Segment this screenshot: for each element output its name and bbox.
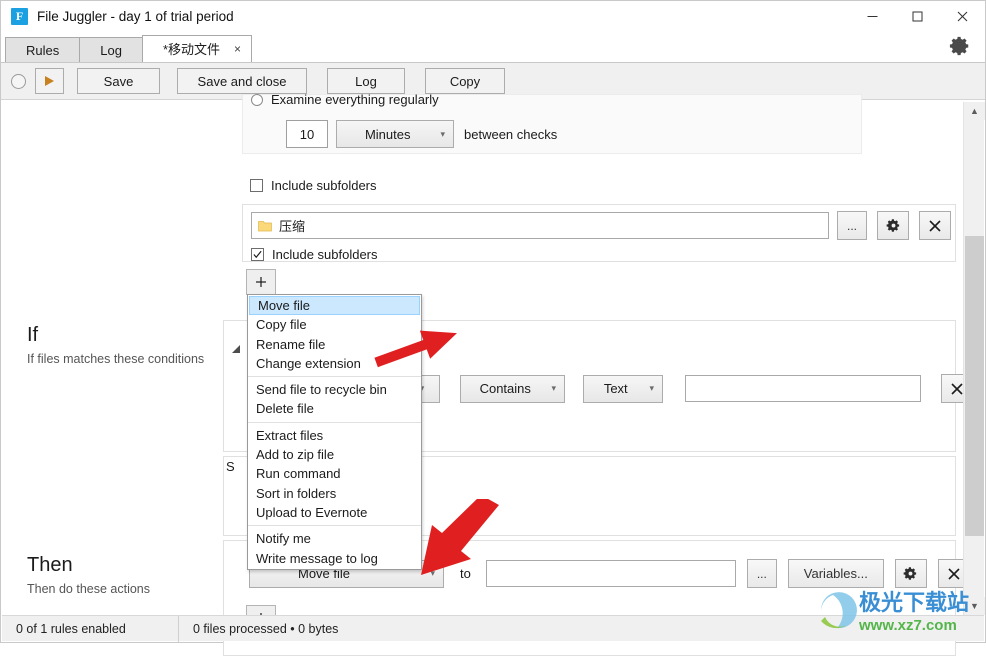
menu-separator <box>248 525 421 527</box>
status-bar: 0 of 1 rules enabled 0 files processed •… <box>2 615 984 642</box>
tab-move-file[interactable]: *移动文件 × <box>141 35 253 63</box>
radio-icon <box>251 93 263 106</box>
menu-item-send-file-to-recycle-bin[interactable]: Send file to recycle bin <box>248 380 421 399</box>
condition-row: ▾ Contains ▾ Text ▾ <box>404 374 973 403</box>
rule-editor-body: If If files matches these conditions The… <box>2 92 984 656</box>
folder-settings-button[interactable] <box>877 211 909 240</box>
log-button[interactable]: Log <box>327 68 405 94</box>
include-subfolders-row-2[interactable]: Include subfolders <box>251 247 378 262</box>
examine-regularly-option[interactable]: Examine everything regularly <box>251 92 439 107</box>
schedule-panel: Examine everything regularly 10 Minutes … <box>242 92 862 154</box>
condition-value-input[interactable] <box>685 375 921 402</box>
condition-type-value: Text <box>603 381 628 396</box>
save-button[interactable]: Save <box>77 68 160 94</box>
scroll-down-button[interactable]: ▼ <box>964 597 985 615</box>
watched-folder-panel: 压缩 ... Include subfolders <box>242 204 956 262</box>
application-window: F File Juggler - day 1 of trial period R… <box>0 0 986 656</box>
close-button[interactable] <box>940 1 985 32</box>
app-logo-icon: F <box>11 8 28 25</box>
include-subfolders-label-2: Include subfolders <box>272 247 378 262</box>
menu-item-add-to-zip-file[interactable]: Add to zip file <box>248 445 421 464</box>
add-folder-button[interactable] <box>246 269 276 295</box>
destination-path-input[interactable] <box>485 560 736 587</box>
scrollbar-thumb[interactable] <box>965 236 984 536</box>
examine-regularly-label: Examine everything regularly <box>271 92 439 107</box>
menu-separator <box>248 421 421 423</box>
include-subfolders-label-1: Include subfolders <box>271 178 377 193</box>
save-and-close-button[interactable]: Save and close <box>177 68 307 94</box>
section-labels-column: If If files matches these conditions The… <box>2 102 222 615</box>
menu-item-sort-in-folders[interactable]: Sort in folders <box>248 484 421 503</box>
menu-item-run-command[interactable]: Run command <box>248 464 421 483</box>
then-section-header: Then Then do these actions <box>27 554 150 596</box>
if-section-header: If If files matches these conditions <box>27 324 204 366</box>
tab-rules-label: Rules <box>26 43 60 58</box>
rule-enabled-indicator[interactable] <box>11 73 26 89</box>
menu-item-notify-me[interactable]: Notify me <box>248 529 421 548</box>
menu-item-delete-file[interactable]: Delete file <box>248 399 421 418</box>
minimize-button[interactable] <box>850 1 895 32</box>
remove-folder-button[interactable] <box>919 211 951 240</box>
tab-log-label: Log <box>100 43 122 58</box>
tab-log[interactable]: Log <box>79 37 143 62</box>
run-rule-button[interactable] <box>35 68 64 94</box>
checkbox-icon-checked <box>251 248 264 261</box>
window-title: File Juggler - day 1 of trial period <box>37 9 234 24</box>
then-subtitle: Then do these actions <box>27 582 150 596</box>
chevron-down-icon: ▾ <box>551 383 556 393</box>
action-type-dropdown-menu[interactable]: Move file Copy file Rename file Change exte… <box>247 294 422 570</box>
condition-type-dropdown[interactable]: Text ▾ <box>583 374 663 403</box>
folder-name: 压缩 <box>279 219 306 234</box>
variables-button[interactable]: Variables... <box>787 559 884 588</box>
checkbox-icon-unchecked <box>250 179 263 192</box>
to-label: to <box>460 566 471 581</box>
secondary-panel-label: S <box>226 459 235 474</box>
title-bar: F File Juggler - day 1 of trial period <box>1 1 985 32</box>
vertical-scrollbar[interactable]: ▲ ▼ <box>963 102 985 615</box>
settings-gear-icon[interactable] <box>949 35 971 57</box>
status-files-processed: 0 files processed • 0 bytes <box>193 621 339 636</box>
menu-item-rename-file[interactable]: Rename file <box>248 335 421 354</box>
folder-icon <box>258 220 272 232</box>
action-settings-button[interactable] <box>894 559 927 588</box>
window-controls <box>850 1 985 32</box>
menu-item-move-file[interactable]: Move file <box>249 296 420 316</box>
copy-button[interactable]: Copy <box>425 68 505 94</box>
chevron-down-icon: ▾ <box>440 128 445 139</box>
chevron-down-icon: ▾ <box>430 568 435 578</box>
menu-item-upload-to-evernote[interactable]: Upload to Evernote <box>248 503 421 522</box>
browse-folder-button[interactable]: ... <box>837 211 867 240</box>
menu-separator <box>248 376 421 378</box>
play-icon <box>45 76 54 86</box>
tab-bar: Rules Log *移动文件 × <box>1 32 985 62</box>
interval-unit-value: Minutes <box>364 126 411 142</box>
then-heading: Then <box>27 554 73 576</box>
interval-value-input[interactable]: 10 <box>286 120 328 148</box>
scroll-up-button[interactable]: ▲ <box>964 102 985 120</box>
tab-move-file-label: *移动文件 <box>162 41 221 57</box>
chevron-down-icon: ▾ <box>649 383 654 393</box>
tab-close-icon[interactable]: × <box>234 36 241 63</box>
menu-item-write-message-to-log[interactable]: Write message to log <box>248 549 421 568</box>
include-subfolders-row-1[interactable]: Include subfolders <box>250 178 377 193</box>
status-rules-enabled: 0 of 1 rules enabled <box>16 621 126 636</box>
condition-operator-dropdown[interactable]: Contains ▾ <box>460 374 565 403</box>
browse-destination-button[interactable]: ... <box>746 559 777 588</box>
if-subtitle: If files matches these conditions <box>27 352 205 366</box>
between-checks-label: between checks <box>464 126 558 142</box>
tab-rules[interactable]: Rules <box>5 37 81 62</box>
menu-item-copy-file[interactable]: Copy file <box>248 315 421 334</box>
menu-item-extract-files[interactable]: Extract files <box>248 426 421 445</box>
condition-operator-value: Contains <box>479 381 531 396</box>
interval-unit-dropdown[interactable]: Minutes ▾ <box>336 120 454 148</box>
maximize-button[interactable] <box>895 1 940 32</box>
menu-item-change-extension[interactable]: Change extension <box>248 354 421 373</box>
if-heading: If <box>27 324 39 346</box>
folder-path-input[interactable]: 压缩 <box>251 212 829 239</box>
